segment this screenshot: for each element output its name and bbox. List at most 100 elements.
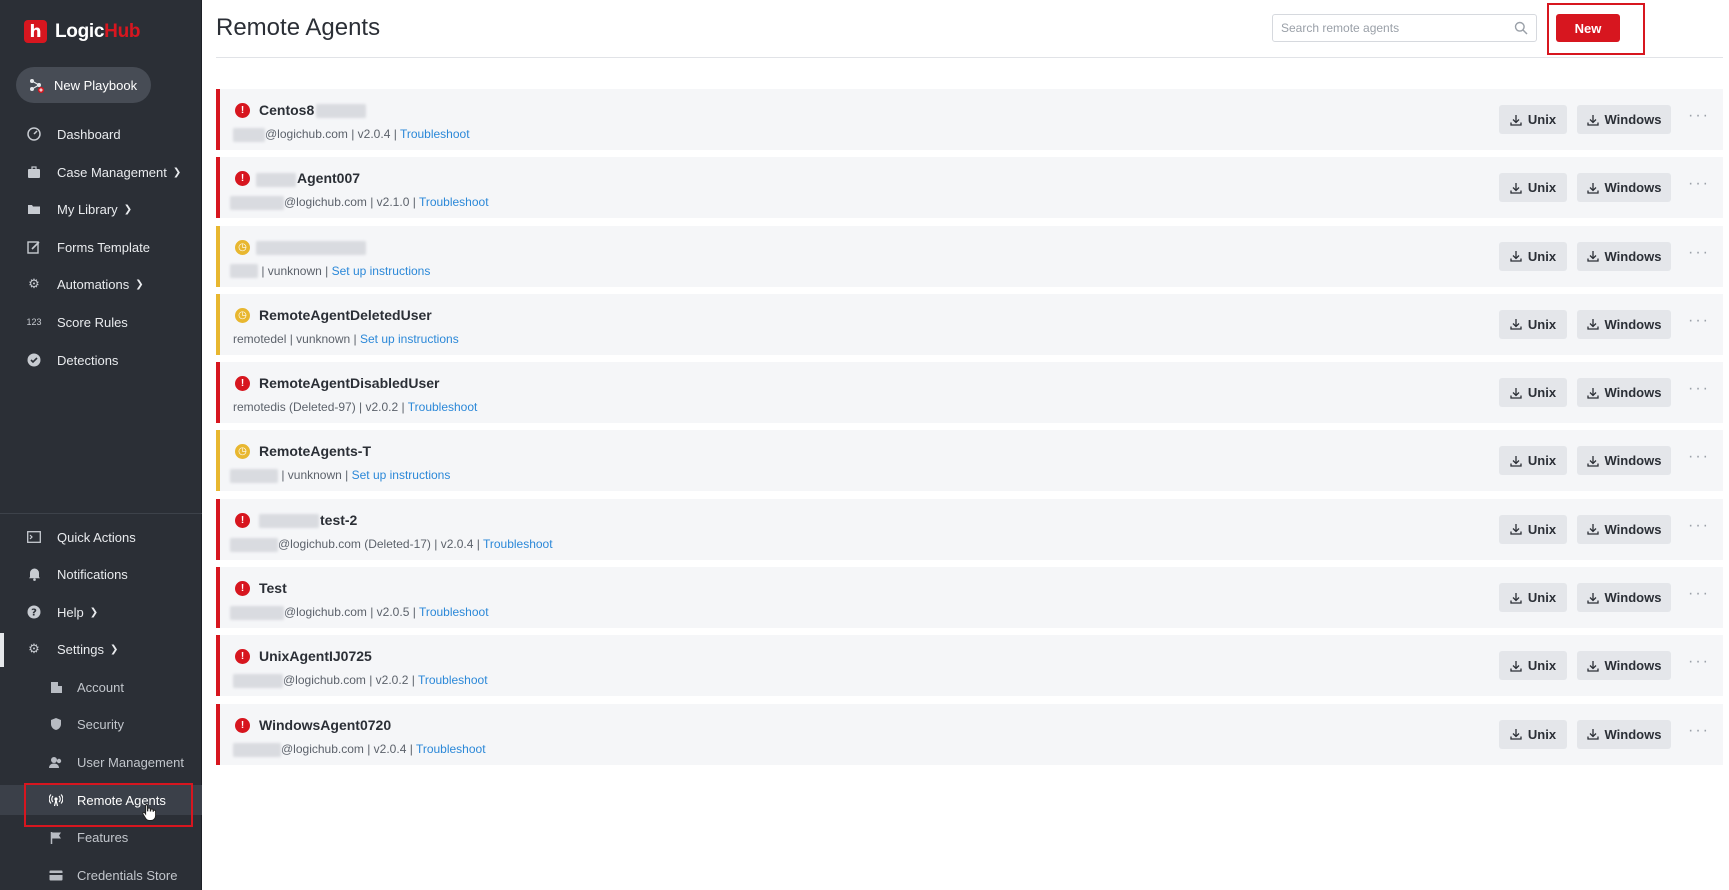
redacted-text (230, 469, 278, 484)
download-windows-button[interactable]: Windows (1577, 719, 1671, 749)
more-options-icon[interactable]: ··· (1688, 380, 1710, 398)
button-label: Windows (1604, 726, 1662, 742)
download-icon (1510, 660, 1522, 672)
sidebar-item-remote-agents[interactable]: Remote Agents (0, 785, 202, 815)
download-unix-button[interactable]: Unix (1499, 105, 1567, 134)
agent-meta: remotedel | vunknown | (233, 331, 360, 346)
agent-name: WindowsAgent0720 (259, 716, 392, 733)
download-windows-button[interactable]: Windows (1577, 105, 1671, 134)
more-options-icon[interactable]: ··· (1688, 175, 1710, 193)
sidebar-item-user-management[interactable]: User Management (0, 747, 202, 777)
download-unix-button[interactable]: Unix (1499, 173, 1567, 203)
sidebar-item-account[interactable]: Account (0, 672, 202, 702)
troubleshoot-link[interactable]: Troubleshoot (416, 742, 486, 756)
troubleshoot-link[interactable]: Troubleshoot (418, 673, 488, 687)
sidebar-item-label: Help (57, 604, 84, 620)
sidebar-item-settings[interactable]: ⚙ Settings ❯ (0, 634, 202, 664)
button-label: Unix (1527, 658, 1557, 674)
agent-row[interactable]: ! Agent007 @logichub.com | v2.1.0 | Trou… (216, 157, 1723, 219)
download-unix-button[interactable]: Unix (1499, 719, 1567, 749)
button-label: Windows (1604, 521, 1662, 537)
download-unix-button[interactable]: Unix (1499, 651, 1567, 681)
sidebar-item-detections[interactable]: Detections (0, 345, 202, 375)
sidebar-item-label: User Management (77, 754, 184, 770)
search-box[interactable] (1272, 14, 1537, 42)
more-options-icon[interactable]: ··· (1688, 107, 1710, 125)
agent-row[interactable]: ! UnixAgentIJ0725 @logichub.com | v2.0.2… (216, 635, 1723, 697)
more-options-icon[interactable]: ··· (1688, 585, 1710, 603)
sidebar-item-my-library[interactable]: My Library ❯ (0, 194, 202, 224)
setup-instructions-link[interactable]: Set up instructions (360, 332, 459, 346)
sidebar-item-forms-template[interactable]: Forms Template (0, 232, 202, 262)
edit-form-icon (25, 238, 43, 256)
redacted-text (230, 537, 278, 552)
logo-text-accent: Hub (104, 20, 141, 42)
agent-name: RemoteAgents-T (259, 443, 372, 460)
sidebar-item-features[interactable]: Features (0, 822, 202, 852)
download-unix-button[interactable]: Unix (1499, 378, 1567, 408)
download-windows-button[interactable]: Windows (1577, 173, 1671, 203)
new-playbook-button[interactable]: New Playbook (16, 67, 151, 103)
sidebar-item-help[interactable]: ? Help ❯ (0, 597, 202, 627)
download-windows-button[interactable]: Windows (1577, 446, 1671, 476)
setup-instructions-link[interactable]: Set up instructions (332, 264, 431, 278)
new-agent-button[interactable]: New (1556, 14, 1620, 42)
agent-row[interactable]: ! Centos8 @logichub.com | v2.0.4 | Troub… (216, 89, 1723, 150)
agent-row[interactable]: ◷ RemoteAgentDeletedUser remotedel | vun… (216, 293, 1723, 355)
setup-instructions-link[interactable]: Set up instructions (352, 468, 451, 482)
agent-row[interactable]: ◷ RemoteAgents-T | vunknown | Set up ins… (216, 430, 1723, 492)
download-windows-button[interactable]: Windows (1577, 241, 1671, 271)
download-icon (1586, 114, 1599, 126)
clock-pending-icon: ◷ (235, 307, 250, 323)
agent-row[interactable]: ◷ | vunknown | Set up instructions Unix … (216, 225, 1723, 287)
more-options-icon[interactable]: ··· (1688, 244, 1710, 262)
chevron-down-icon: ❯ (89, 606, 99, 618)
download-icon (1586, 455, 1599, 467)
broadcast-antenna-icon (47, 791, 65, 809)
sidebar-item-credentials-store[interactable]: Credentials Store (0, 860, 202, 890)
download-windows-button[interactable]: Windows (1577, 309, 1671, 339)
download-windows-button[interactable]: Windows (1577, 514, 1671, 544)
agent-row[interactable]: ! RemoteAgentDisabledUser remotedis (Del… (216, 362, 1723, 424)
sidebar-item-automations[interactable]: ⚙ Automations ❯ (0, 269, 202, 299)
troubleshoot-link[interactable]: Troubleshoot (400, 127, 470, 141)
download-windows-button[interactable]: Windows (1577, 583, 1671, 613)
agent-name: RemoteAgentDisabledUser (259, 375, 440, 392)
download-icon (1510, 524, 1522, 535)
download-windows-button[interactable]: Windows (1577, 651, 1671, 681)
download-unix-button[interactable]: Unix (1499, 446, 1567, 476)
download-unix-button[interactable]: Unix (1499, 514, 1567, 544)
sidebar-item-notifications[interactable]: Notifications (0, 559, 202, 589)
search-input[interactable] (1273, 15, 1503, 41)
troubleshoot-link[interactable]: Troubleshoot (408, 400, 478, 414)
download-unix-button[interactable]: Unix (1499, 241, 1567, 271)
sidebar-item-label: Quick Actions (57, 529, 136, 545)
agent-row[interactable]: ! WindowsAgent0720 @logichub.com | v2.0.… (216, 703, 1723, 765)
agent-row[interactable]: ! test-2 @logichub.com (Deleted-17) | v2… (216, 498, 1723, 560)
agent-row[interactable]: ! Test @logichub.com | v2.0.5 | Troubles… (216, 567, 1723, 629)
terminal-icon (25, 528, 43, 546)
sidebar-item-security[interactable]: Security (0, 709, 202, 739)
more-options-icon[interactable]: ··· (1688, 312, 1710, 330)
troubleshoot-link[interactable]: Troubleshoot (483, 537, 553, 551)
more-options-icon[interactable]: ··· (1688, 722, 1710, 740)
button-label: Windows (1604, 316, 1662, 332)
more-options-icon[interactable]: ··· (1688, 653, 1710, 671)
sidebar-item-quick-actions[interactable]: Quick Actions (0, 522, 202, 552)
chevron-down-icon: ❯ (109, 643, 119, 655)
logichub-logo[interactable]: h LogicHub (24, 20, 141, 43)
download-icon (1586, 729, 1599, 740)
download-icon (1510, 387, 1522, 399)
sidebar-item-dashboard[interactable]: Dashboard (0, 119, 202, 149)
button-label: Windows (1604, 180, 1662, 196)
download-windows-button[interactable]: Windows (1577, 378, 1671, 408)
troubleshoot-link[interactable]: Troubleshoot (419, 195, 489, 209)
download-unix-button[interactable]: Unix (1499, 583, 1567, 613)
button-label: Unix (1527, 521, 1557, 537)
sidebar-item-score-rules[interactable]: 123 Score Rules (0, 307, 202, 337)
troubleshoot-link[interactable]: Troubleshoot (419, 605, 489, 619)
more-options-icon[interactable]: ··· (1688, 517, 1710, 535)
sidebar-item-case-management[interactable]: Case Management ❯ (0, 157, 202, 187)
download-unix-button[interactable]: Unix (1499, 309, 1567, 339)
more-options-icon[interactable]: ··· (1688, 448, 1710, 466)
